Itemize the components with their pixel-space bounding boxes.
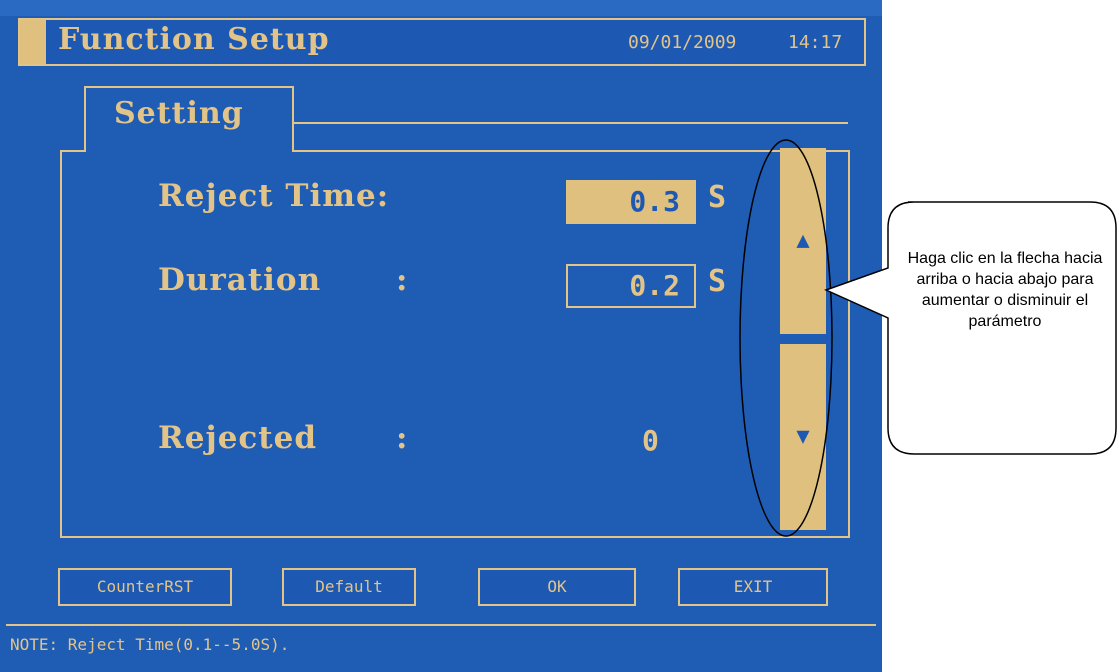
note-bar: NOTE: Reject Time(0.1--5.0S). (6, 624, 876, 664)
tab-setting-label: Setting (114, 96, 244, 131)
rejected-count: 0 (642, 424, 659, 457)
device-screen: Function Setup 09/01/2009 14:17 Setting … (0, 0, 882, 672)
rejected-label: Rejected (158, 420, 318, 456)
duration-colon: : (396, 262, 409, 298)
screen-bezel (0, 0, 882, 16)
counter-reset-button[interactable]: CounterRST (58, 568, 232, 606)
duration-field[interactable]: 0.2 (566, 264, 696, 308)
title-bar: Function Setup 09/01/2009 14:17 (18, 18, 866, 66)
down-arrow-icon: ▼ (796, 424, 810, 449)
reject-time-label: Reject Time: (158, 178, 390, 214)
reject-time-field[interactable]: 0.3 (566, 180, 696, 224)
exit-button[interactable]: EXIT (678, 568, 828, 606)
up-arrow-icon: ▲ (796, 228, 810, 253)
ok-button[interactable]: OK (478, 568, 636, 606)
date-display: 09/01/2009 (628, 32, 737, 53)
page-title: Function Setup (58, 22, 330, 57)
rejected-colon: : (396, 420, 409, 456)
time-display: 14:17 (788, 32, 843, 53)
tab-divider (292, 122, 848, 124)
duration-label: Duration (158, 262, 322, 298)
duration-unit: S (708, 264, 727, 299)
callout-text: Haga clic en la flecha hacia arriba o ha… (907, 250, 1103, 330)
title-marker-icon (20, 20, 46, 64)
reject-time-unit: S (708, 180, 727, 215)
tab-setting[interactable]: Setting (84, 86, 294, 152)
default-button[interactable]: Default (282, 568, 416, 606)
